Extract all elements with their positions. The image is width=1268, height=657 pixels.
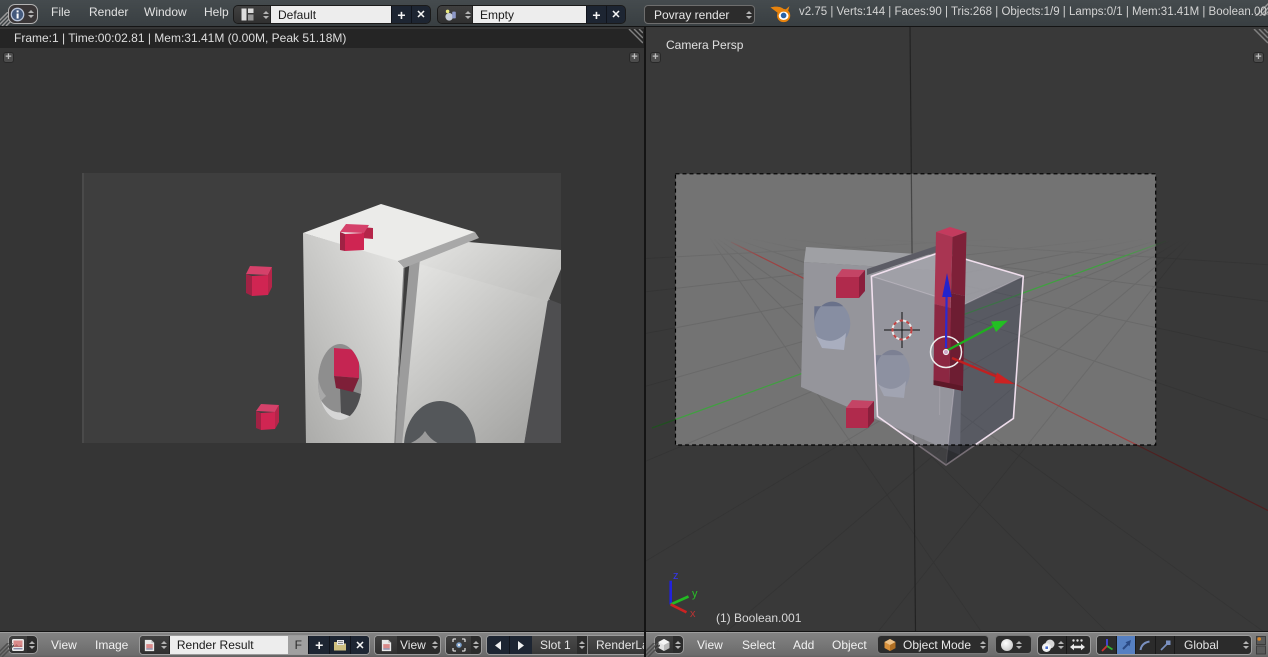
svg-text:(1) Boolean.001: (1) Boolean.001 [716, 611, 802, 625]
svg-text:Camera Persp: Camera Persp [666, 38, 744, 52]
svg-text:x: x [690, 608, 696, 620]
svg-text:z: z [673, 570, 679, 582]
svg-text:y: y [692, 588, 698, 600]
